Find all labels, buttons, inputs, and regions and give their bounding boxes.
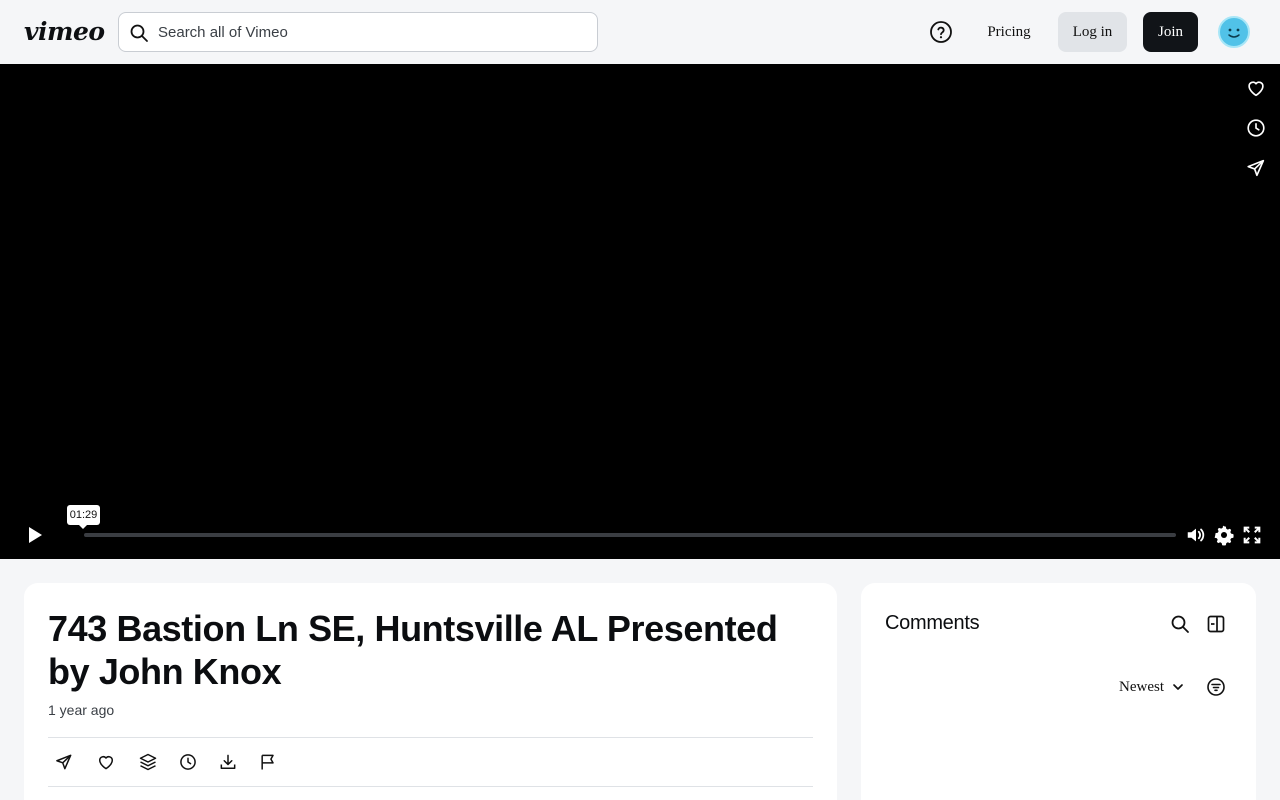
share-icon[interactable] xyxy=(54,752,74,772)
divider xyxy=(48,737,813,738)
play-icon[interactable] xyxy=(25,524,45,546)
fullscreen-icon[interactable] xyxy=(1241,524,1263,546)
filter-icon[interactable] xyxy=(1206,677,1226,697)
login-button[interactable]: Log in xyxy=(1058,12,1127,52)
download-icon[interactable] xyxy=(218,752,238,772)
like-icon[interactable] xyxy=(1245,77,1267,99)
share-icon[interactable] xyxy=(1245,157,1267,179)
report-flag-icon[interactable] xyxy=(258,752,278,772)
video-title: 743 Bastion Ln SE, Huntsville AL Present… xyxy=(48,608,778,692)
watch-later-icon[interactable] xyxy=(1245,117,1267,139)
progress-bar[interactable] xyxy=(84,533,1176,537)
help-icon[interactable] xyxy=(929,20,953,44)
join-button[interactable]: Join xyxy=(1143,12,1198,52)
pricing-link[interactable]: Pricing xyxy=(976,12,1042,52)
upload-age: 1 year ago xyxy=(48,702,115,718)
divider xyxy=(48,786,813,787)
video-info-card: 743 Bastion Ln SE, Huntsville AL Present… xyxy=(24,583,837,800)
vimeo-logo[interactable]: vimeo xyxy=(24,18,105,46)
watch-later-icon[interactable] xyxy=(178,752,198,772)
sort-label: Newest xyxy=(1119,679,1164,695)
collections-icon[interactable] xyxy=(138,752,158,772)
chevron-down-icon xyxy=(1171,680,1185,694)
avatar[interactable] xyxy=(1218,16,1250,48)
video-player[interactable]: 01:29 xyxy=(0,64,1280,559)
search-icon[interactable] xyxy=(1170,614,1190,634)
search-icon xyxy=(129,23,149,43)
comments-panel: Comments Newest xyxy=(861,583,1256,800)
side-panel-icon[interactable] xyxy=(1206,614,1226,634)
search-input[interactable] xyxy=(158,13,588,51)
settings-icon[interactable] xyxy=(1213,524,1235,546)
search-box[interactable] xyxy=(118,12,598,52)
hover-time-tooltip: 01:29 xyxy=(67,505,100,529)
like-icon[interactable] xyxy=(96,752,116,772)
volume-icon[interactable] xyxy=(1185,524,1207,546)
sort-dropdown[interactable]: Newest xyxy=(1119,676,1183,698)
comments-title: Comments xyxy=(885,612,980,634)
top-nav: vimeo Pricing Log in Join xyxy=(0,0,1280,64)
